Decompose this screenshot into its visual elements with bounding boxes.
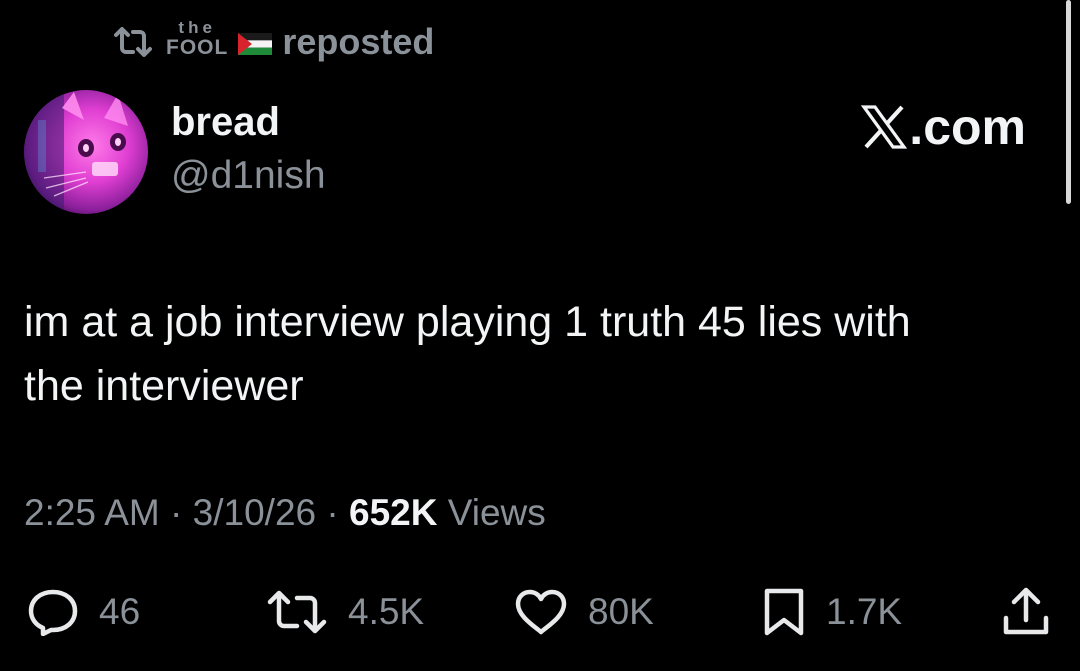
like-count: 80K [588,591,654,632]
reply-icon [28,589,78,636]
author-handle[interactable]: @d1nish [171,154,326,198]
reply-button[interactable]: 46 [27,580,140,644]
bookmark-button[interactable]: 1.7K [762,580,902,644]
reposter-name-small: the [178,17,216,37]
bookmark-icon [764,588,804,636]
tweet-meta: 2:25 AM · 3/10/26 · 652K Views [24,492,546,534]
repost-icon [267,590,327,634]
palestine-flag-icon [238,33,273,55]
tweet-line-1: im at a job interview playing 1 truth 45… [24,298,911,346]
reposter-name[interactable]: the FOOL [166,19,228,58]
tweet-time[interactable]: 2:25 AM [24,492,160,533]
tweet-text: im at a job interview playing 1 truth 45… [24,290,1034,418]
reposter-name-big: FOOL [166,35,229,59]
tweet-line-2: the interviewer [24,362,304,410]
brand-suffix: .com [909,99,1026,155]
share-button[interactable] [1000,580,1052,644]
meta-separator: · [316,492,349,533]
author-name[interactable]: bread [171,100,280,145]
repost-count: 4.5K [348,591,425,632]
reply-count: 46 [99,591,141,632]
bookmark-count: 1.7K [826,591,903,632]
heart-icon [515,589,567,635]
share-icon [1003,587,1049,635]
scrollbar[interactable] [1066,0,1071,204]
repost-icon [114,27,152,57]
views-label: Views [447,492,546,533]
views-count: 652K [349,492,438,533]
tweet-date[interactable]: 3/10/26 [193,492,316,533]
cat-avatar[interactable] [24,90,148,214]
repost-header: the FOOL reposted [112,18,434,66]
meta-separator: · [159,492,193,533]
brand-watermark: .com [861,98,1026,156]
x-logo-icon [861,105,908,149]
repost-button[interactable]: 4.5K [266,580,424,644]
like-button[interactable]: 80K [514,580,654,644]
action-bar: 46 4.5K 80K 1.7K [0,580,1080,644]
reposted-label: reposted [282,21,435,62]
